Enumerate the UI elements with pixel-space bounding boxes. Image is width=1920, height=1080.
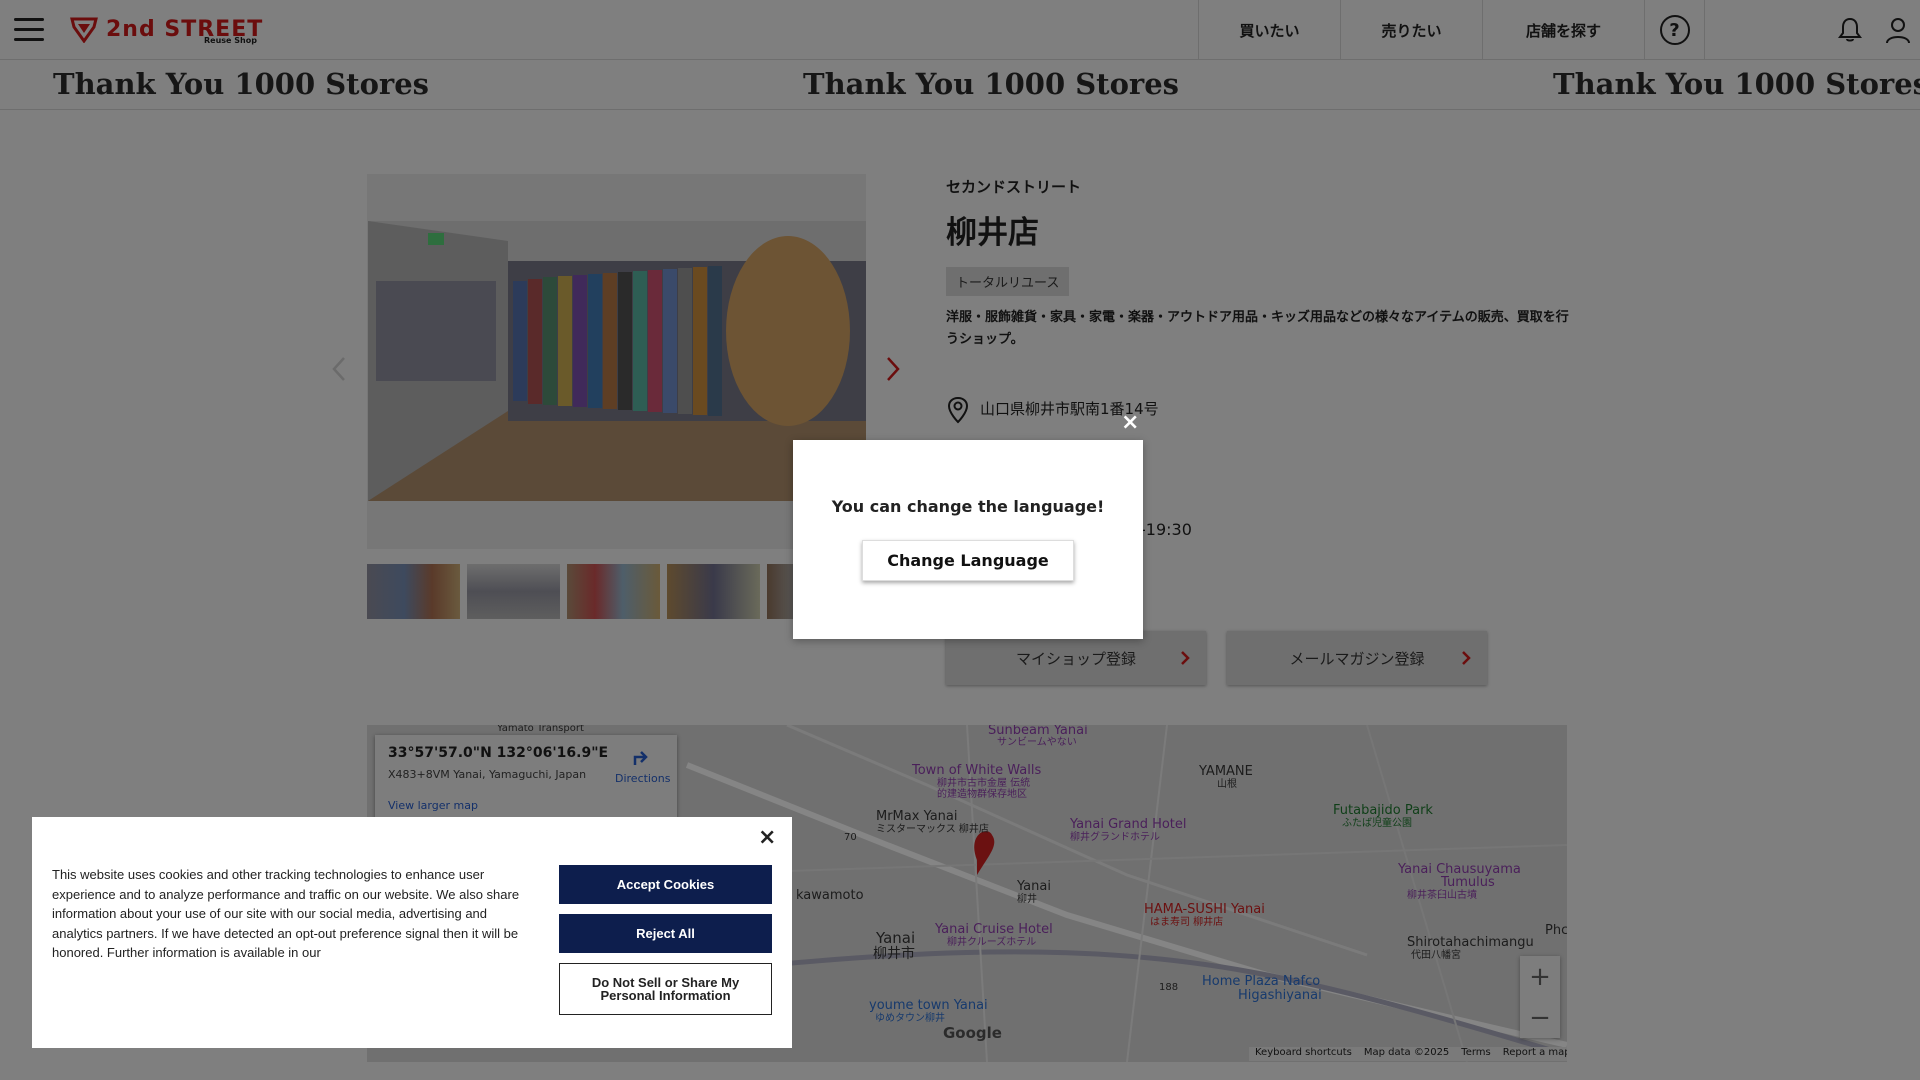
map-plus-code: X483+8VM Yanai, Yamaguchi, Japan (388, 768, 587, 781)
chevron-right-icon (1462, 651, 1471, 665)
main-nav: 買いたい 売りたい 店舗を探す ? (1198, 0, 1705, 60)
keyboard-shortcuts-link[interactable]: Keyboard shortcuts (1255, 1047, 1352, 1061)
map-label: ゆめタウン柳井 (875, 1013, 945, 1024)
map-data-credit: Map data ©2025 (1363, 1047, 1450, 1058)
logo-subtitle: Reuse Shop (204, 36, 257, 45)
map-label: Town of White Walls (912, 763, 1042, 778)
map-label: 柳井クルーズホテル (947, 937, 1037, 948)
store-description: 洋服・服飾雑貨・家具・家電・楽器・アウトドア用品・キッズ用品などの様々なアイテム… (946, 310, 1569, 347)
google-logo: Google (943, 1024, 1002, 1042)
nav-help[interactable]: ? (1644, 0, 1705, 60)
road-number: 70 (844, 832, 857, 843)
map-label: kawamoto (796, 888, 864, 903)
map-label: Yanai Cruise Hotel (935, 922, 1053, 937)
store-interior-image (368, 221, 866, 501)
map-label: Yanai (1017, 879, 1051, 894)
map-label: 柳井市 (873, 946, 915, 962)
language-modal-close-icon[interactable]: × (1121, 410, 1139, 435)
change-language-button[interactable]: Change Language (862, 540, 1074, 581)
map-label: MrMax Yanai (876, 809, 958, 824)
reject-all-button[interactable]: Reject All (559, 914, 772, 953)
thumbnail[interactable] (667, 564, 760, 619)
mail-magazine-label: メールマガジン登録 (1289, 649, 1425, 668)
cookie-consent-banner: × This website uses cookies and other tr… (32, 817, 792, 1048)
map-label: ふたば児童公園 (1342, 818, 1412, 829)
gallery-next-icon[interactable] (884, 355, 902, 383)
myshop-register-button[interactable]: マイショップ登録 (946, 631, 1206, 685)
chevron-right-icon (1181, 651, 1190, 665)
map-label: サンビームやない (997, 737, 1077, 748)
store-hours: -19:30 (1140, 520, 1192, 539)
map-label: youme town Yanai (869, 998, 988, 1013)
map-footer: Keyboard shortcuts Map data ©2025 Terms … (1249, 1047, 1567, 1061)
nav-sell[interactable]: 売りたい (1340, 0, 1482, 60)
map-label: 柳井グランドホテル (1070, 832, 1160, 843)
map-label: HAMA-SUSHI Yanai (1144, 902, 1265, 917)
map-label: Futabajido Park (1333, 803, 1433, 818)
store-category-tag: トータルリユース (946, 267, 1070, 296)
map-label: Yamato Transport (497, 725, 584, 734)
location-pin-icon (947, 396, 969, 424)
map-label: 代田八幡宮 (1411, 950, 1461, 961)
store-brand-kana: セカンドストリート (946, 178, 1082, 196)
language-modal: You can change the language! Change Lang… (793, 440, 1143, 639)
bell-icon[interactable] (1836, 16, 1864, 44)
do-not-sell-button[interactable]: Do Not Sell or Share My Personal Informa… (559, 963, 772, 1015)
zoom-in-button[interactable]: + (1520, 956, 1560, 997)
thumbnail[interactable] (467, 564, 560, 619)
banner-text: Thank You 1000 Stores (803, 67, 1179, 101)
gallery-thumbnails (367, 564, 797, 619)
gallery-prev-icon[interactable] (330, 355, 348, 383)
thumbnail[interactable] (567, 564, 660, 619)
anniversary-banner[interactable]: Thank You 1000 Stores Thank You 1000 Sto… (0, 61, 1920, 110)
map-label: 的建造物群保存地区 (937, 789, 1027, 800)
map-label: YAMANE (1199, 764, 1253, 779)
map-label: 山根 (1217, 779, 1237, 790)
banner-text: Thank You 1000 Stores (53, 67, 429, 101)
store-photo (368, 221, 866, 501)
site-header: 2nd STREET Reuse Shop 買いたい 売りたい 店舗を探す ? (0, 0, 1920, 60)
map-label: 柳井茶臼山古墳 (1407, 890, 1477, 901)
map-zoom-controls: + − (1520, 956, 1560, 1038)
directions-link[interactable]: Directions (615, 772, 670, 785)
road-number: 188 (1159, 982, 1179, 993)
help-icon: ? (1659, 15, 1690, 45)
map-label: 柳井 (1017, 894, 1037, 905)
thumbnail[interactable] (367, 564, 460, 619)
nav-buy[interactable]: 買いたい (1198, 0, 1340, 60)
accept-cookies-button[interactable]: Accept Cookies (559, 865, 772, 904)
map-label: Phc (1545, 923, 1567, 938)
map-label: Tumulus (1441, 875, 1495, 890)
mail-magazine-button[interactable]: メールマガジン登録 (1227, 631, 1487, 685)
map-label: Higashiyanai (1238, 988, 1322, 1003)
myshop-register-label: マイショップ登録 (1015, 649, 1136, 668)
map-label: Home Plaza Nafco (1202, 974, 1321, 989)
nav-find-store[interactable]: 店舗を探す (1482, 0, 1644, 60)
view-larger-map-link[interactable]: View larger map (388, 799, 478, 812)
map-label: ミスターマックス 柳井店 (876, 824, 989, 835)
logo-shield-icon (70, 17, 98, 43)
report-map-error-link[interactable]: Report a map error (1503, 1047, 1567, 1061)
map-label: Yanai Grand Hotel (1070, 817, 1187, 832)
user-icon[interactable] (1884, 16, 1912, 44)
zoom-out-button[interactable]: − (1520, 997, 1560, 1038)
map-coordinates: 33°57'57.0"N 132°06'16.9"E (388, 745, 609, 761)
banner-text: Thank You 1000 Stores (1553, 67, 1920, 101)
map-label: Shirotahachimangu (1407, 935, 1534, 950)
directions-icon[interactable] (631, 747, 651, 767)
cookie-close-icon[interactable]: × (758, 825, 776, 850)
language-modal-message: You can change the language! (831, 497, 1105, 516)
map-label: はま寿司 柳井店 (1150, 917, 1224, 928)
cookie-policy-text: This website uses cookies and other trac… (52, 867, 520, 960)
menu-icon[interactable] (14, 18, 44, 42)
store-name: 柳井店 (946, 215, 1039, 251)
map-place-card: 33°57'57.0"N 132°06'16.9"E X483+8VM Yana… (375, 735, 677, 823)
map-label: Yanai (876, 929, 916, 947)
terms-link[interactable]: Terms (1461, 1047, 1490, 1061)
